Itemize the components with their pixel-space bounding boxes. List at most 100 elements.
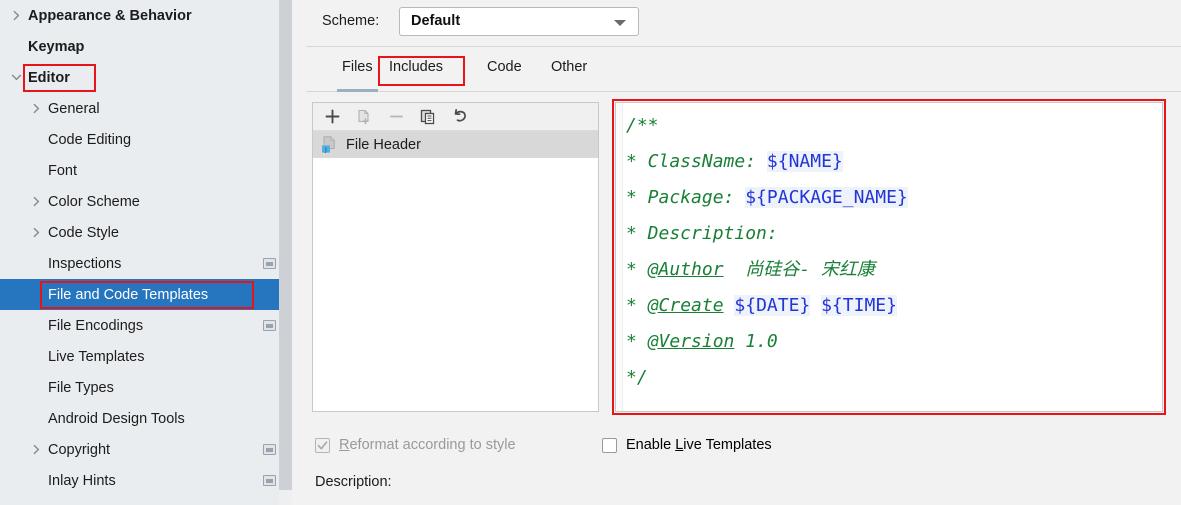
template-list-toolbar[interactable] bbox=[313, 103, 598, 131]
sidebar-item-label: Font bbox=[48, 163, 77, 179]
sidebar-item-label: General bbox=[48, 101, 100, 117]
code-line: /** bbox=[626, 108, 908, 144]
sidebar-item-label: File Encodings bbox=[48, 318, 143, 334]
template-list-panel[interactable]: J File Header bbox=[312, 102, 599, 412]
template-variable: ${NAME} bbox=[767, 151, 843, 172]
project-scope-badge-icon bbox=[263, 320, 276, 331]
settings-tree[interactable]: Appearance & Behavior Keymap Editor General… bbox=[0, 0, 292, 496]
template-list-item-label: File Header bbox=[346, 137, 421, 153]
settings-dialog: Appearance & Behavior Keymap Editor General… bbox=[0, 0, 1181, 505]
sidebar-item-label: Copyright bbox=[48, 442, 110, 458]
duplicate-icon[interactable] bbox=[417, 106, 439, 128]
chevron-right-icon[interactable] bbox=[29, 443, 43, 457]
template-variable: ${DATE} bbox=[734, 295, 810, 316]
templates-panel: JFile Header /*** ClassName: ${NAME}* Pa… bbox=[306, 92, 1181, 505]
sidebar-item-android-design-tools[interactable]: Android Design Tools bbox=[0, 403, 292, 434]
chevron-right-icon[interactable] bbox=[29, 102, 43, 116]
sidebar-item-file-and-code-templates[interactable]: File and Code Templates bbox=[0, 279, 292, 310]
template-variable: ${PACKAGE_NAME} bbox=[745, 187, 908, 208]
reformat-checkbox-row[interactable]: Reformat according to style bbox=[315, 437, 516, 453]
sidebar-item-label: Appearance & Behavior bbox=[28, 8, 192, 24]
code-text: @Author bbox=[648, 259, 724, 280]
tab-label: Other bbox=[551, 59, 587, 75]
template-list-item[interactable]: J File Header bbox=[313, 131, 598, 158]
live-templates-checkbox-row[interactable]: Enable Live Templates bbox=[602, 437, 772, 453]
code-text bbox=[810, 295, 821, 316]
svg-text:J: J bbox=[324, 145, 327, 153]
tab-code[interactable]: Code bbox=[482, 55, 527, 83]
sidebar-item-appearance-behavior[interactable]: Appearance & Behavior bbox=[0, 0, 292, 31]
code-text: 1.0 bbox=[734, 331, 777, 352]
code-line: * Description: bbox=[626, 216, 908, 252]
scheme-bar: Scheme: Default bbox=[306, 0, 1181, 47]
template-category-tabs[interactable]: Files Includes Code Other bbox=[306, 47, 1181, 92]
sidebar-item-copyright[interactable]: Copyright bbox=[0, 434, 292, 465]
reformat-label: Reformat according to style bbox=[339, 437, 516, 453]
sidebar-item-font[interactable]: Font bbox=[0, 155, 292, 186]
sidebar-item-editor[interactable]: Editor bbox=[0, 62, 292, 93]
settings-sidebar[interactable]: Appearance & Behavior Keymap Editor General… bbox=[0, 0, 292, 505]
sidebar-item-label: Editor bbox=[28, 70, 70, 86]
project-scope-badge-icon bbox=[263, 475, 276, 486]
project-scope-badge-icon bbox=[263, 258, 276, 269]
sidebar-scrollbar-track[interactable] bbox=[279, 0, 292, 505]
code-text: * Description: bbox=[626, 223, 789, 244]
code-text: * bbox=[626, 295, 648, 316]
code-text: /** bbox=[626, 115, 659, 136]
sidebar-item-label: File and Code Templates bbox=[48, 287, 208, 303]
code-text: * bbox=[626, 259, 648, 280]
tab-label: Includes bbox=[389, 59, 443, 75]
chevron-down-icon[interactable] bbox=[9, 71, 23, 85]
chevron-right-icon[interactable] bbox=[9, 9, 23, 23]
reformat-mnemonic: R bbox=[339, 437, 349, 453]
code-line: * ClassName: ${NAME} bbox=[626, 144, 908, 180]
reset-icon[interactable] bbox=[449, 106, 471, 128]
code-line: * Package: ${PACKAGE_NAME} bbox=[626, 180, 908, 216]
add-icon[interactable] bbox=[321, 106, 343, 128]
sidebar-item-general[interactable]: General bbox=[0, 93, 292, 124]
chevron-down-icon bbox=[614, 20, 626, 26]
editor-gutter bbox=[616, 103, 623, 411]
sidebar-item-color-scheme[interactable]: Color Scheme bbox=[0, 186, 292, 217]
live-templates-checkbox[interactable] bbox=[602, 438, 617, 453]
live-templates-label: Enable Live Templates bbox=[626, 437, 772, 453]
tab-other[interactable]: Other bbox=[546, 55, 592, 83]
sidebar-item-inspections[interactable]: Inspections bbox=[0, 248, 292, 279]
scheme-selected-value: Default bbox=[411, 13, 460, 29]
scheme-label: Scheme: bbox=[322, 13, 379, 29]
template-text-editor[interactable]: /*** ClassName: ${NAME}* Package: ${PACK… bbox=[615, 102, 1163, 412]
template-options-row: Reformat according to style Enable Live … bbox=[306, 432, 1181, 462]
tab-includes[interactable]: Includes bbox=[384, 55, 448, 83]
reformat-checkbox bbox=[315, 438, 330, 453]
sidebar-item-code-editing[interactable]: Code Editing bbox=[0, 124, 292, 155]
chevron-right-icon[interactable] bbox=[29, 195, 43, 209]
live-templates-label-rest: ive Templates bbox=[683, 437, 771, 453]
remove-icon bbox=[385, 106, 407, 128]
sidebar-item-file-encodings[interactable]: File Encodings bbox=[0, 310, 292, 341]
code-text: * Package: bbox=[626, 187, 745, 208]
code-line: * @Author 尚硅谷- 宋红康 bbox=[626, 252, 908, 288]
code-text: 尚硅谷- 宋红康 bbox=[724, 259, 875, 280]
tab-files[interactable]: Files bbox=[337, 55, 378, 83]
sidebar-item-code-style[interactable]: Code Style bbox=[0, 217, 292, 248]
java-file-template-icon: J bbox=[321, 136, 337, 153]
chevron-right-icon[interactable] bbox=[29, 226, 43, 240]
sidebar-item-inlay-hints[interactable]: Inlay Hints bbox=[0, 465, 292, 496]
sidebar-scrollbar-thumb[interactable] bbox=[279, 0, 292, 490]
code-text: @Create bbox=[648, 295, 724, 316]
sidebar-item-live-templates[interactable]: Live Templates bbox=[0, 341, 292, 372]
template-list[interactable]: J File Header bbox=[313, 131, 598, 158]
template-source-code[interactable]: /*** ClassName: ${NAME}* Package: ${PACK… bbox=[626, 108, 908, 396]
description-label: Description: bbox=[315, 474, 392, 490]
sidebar-item-file-types[interactable]: File Types bbox=[0, 372, 292, 403]
tab-label: Files bbox=[342, 59, 373, 75]
sidebar-item-label: File Types bbox=[48, 380, 114, 396]
code-line: * @Create ${DATE} ${TIME} bbox=[626, 288, 908, 324]
copy-template-icon[interactable] bbox=[353, 106, 375, 128]
sidebar-item-label: Live Templates bbox=[48, 349, 144, 365]
scheme-dropdown[interactable]: Default bbox=[399, 7, 639, 36]
tab-label: Code bbox=[487, 59, 522, 75]
sidebar-item-keymap[interactable]: Keymap bbox=[0, 31, 292, 62]
code-line: * @Version 1.0 bbox=[626, 324, 908, 360]
code-text: * bbox=[626, 331, 648, 352]
